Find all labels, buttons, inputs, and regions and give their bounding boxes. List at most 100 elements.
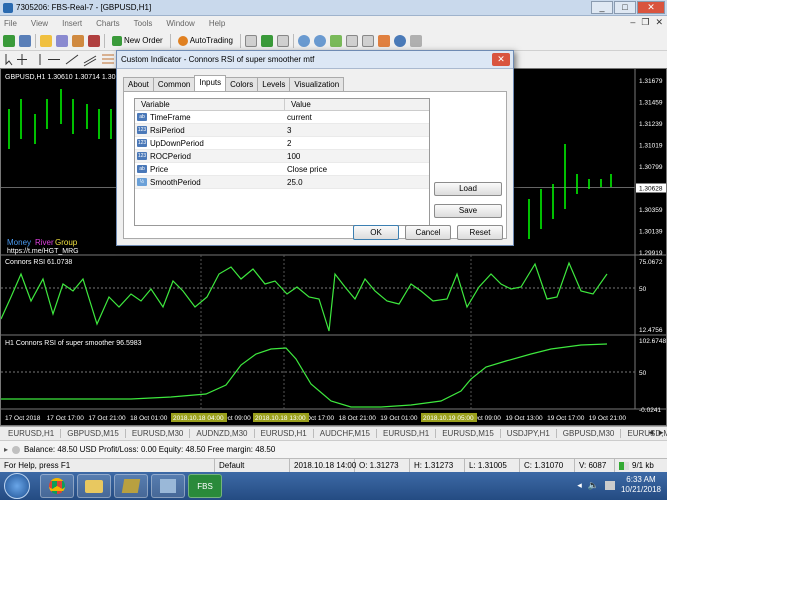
chart-tab[interactable]: GBPUSD,M30 [557,429,622,438]
mdi-restore-icon[interactable]: ❐ [641,17,649,28]
toolbar-separator [169,33,171,48]
parameters-table: Variable Value ab TimeFrame current 123 Rs… [134,98,430,226]
price-tick-label: 1.30799 [639,164,663,171]
profiles-icon[interactable] [19,34,31,47]
explorer-taskbar-icon[interactable] [77,474,111,498]
mt4-desktop: 7305206: FBS-Real-7 - [GBPUSD,H1] _ □ ✕ … [0,0,667,500]
status-volume: V: 6087 [575,458,615,473]
new-order-button[interactable]: New Order [109,35,166,46]
cursor-icon[interactable] [5,54,13,66]
autotrading-button[interactable]: AutoTrading [175,35,236,46]
close-button[interactable]: ✕ [637,1,665,14]
new-chart-icon[interactable] [3,34,15,47]
chart-tab[interactable]: AUDCHF,M15 [314,429,377,438]
menu-charts[interactable]: Charts [96,19,120,28]
window-taskbar-icon[interactable] [151,474,185,498]
param-value[interactable]: 3 [285,124,429,136]
chart-tab[interactable]: EURUSD,M15 [436,429,501,438]
terminal-icon[interactable] [72,34,84,47]
tray-clock[interactable]: 6:33 AM 10/21/2018 [621,475,661,495]
fibo-icon[interactable] [102,54,114,64]
load-button[interactable]: Load [434,182,502,196]
zoom-out-icon[interactable] [313,34,326,47]
dialog-close-button[interactable]: ✕ [492,53,510,66]
network-icon[interactable] [604,480,615,490]
time-tick-label: 18 Oct 21:00 [339,415,377,422]
dialog-title: Custom Indicator - Connors RSI of super … [117,51,513,69]
trendline-icon[interactable] [65,54,79,65]
clock-date: 10/21/2018 [620,485,661,494]
inputs-panel: Variable Value ab TimeFrame current 123 Rs… [123,91,507,239]
status-profile[interactable]: Default [215,458,290,473]
menu-file[interactable]: File [4,19,17,28]
time-tick-label: 17 Oct 17:00 [47,415,85,422]
chart-tab[interactable]: GBPUSD,M15 [61,429,126,438]
tile-windows-icon[interactable] [329,34,342,47]
cancel-button[interactable]: Cancel [405,225,451,240]
param-value[interactable]: current [285,111,429,123]
account-expand-icon[interactable]: ▸ [4,445,8,454]
navigator-icon[interactable] [56,34,68,47]
minimize-button[interactable]: _ [591,1,613,14]
candles-icon[interactable] [260,34,273,47]
crosshair-icon[interactable] [17,54,27,65]
chart-tab[interactable]: EURUSD,H1 [2,429,62,438]
tray-arrow-icon[interactable]: ◂ [577,480,582,491]
chart-tab[interactable]: EURUSD,H1 [377,429,437,438]
chart-tab[interactable]: USDJPY,H1 [501,429,557,438]
ok-button[interactable]: OK [353,225,399,240]
menu-insert[interactable]: Insert [62,19,82,28]
chart-shift-icon[interactable] [361,34,374,47]
param-row[interactable]: ab Price Close price [135,163,429,176]
param-value[interactable]: Close price [285,163,429,175]
price-tick-label: 1.30139 [639,229,663,236]
tab-scroll-arrows[interactable]: ◄ ► [647,428,665,437]
price-tick-label: 1.31459 [639,100,663,107]
market-watch-icon[interactable] [40,34,52,47]
current-price-label: 1.30628 [639,186,663,193]
enum-param-icon: ab [137,165,147,173]
mdi-minimize-icon[interactable]: – [630,17,635,28]
menu-tools[interactable]: Tools [134,19,153,28]
reset-button[interactable]: Reset [457,225,503,240]
chart-tab[interactable]: EURUSD,H1 [255,429,314,438]
connors-rsi-line [1,261,608,332]
line-chart-icon[interactable] [276,34,289,47]
indicators-icon[interactable] [377,34,390,47]
chart-tab[interactable]: EURUSD,M30 [126,429,191,438]
bar-chart-icon[interactable] [244,34,257,47]
indicator2-axis-label: 102.6748 [639,338,666,345]
periods-icon[interactable] [393,34,406,47]
param-name: ROCPeriod [150,151,191,161]
param-row[interactable]: ½ SmoothPeriod 25.0 [135,176,429,189]
zoom-in-icon[interactable] [297,34,310,47]
menu-window[interactable]: Window [166,19,194,28]
mdi-close-icon[interactable]: ✕ [655,17,663,28]
chart-tab[interactable]: AUDNZD,M30 [190,429,255,438]
status-bar: For Help, press F1 Default 2018.10.18 14… [0,458,667,473]
autoscroll-icon[interactable] [345,34,358,47]
save-button[interactable]: Save [434,204,502,218]
templates-icon[interactable] [409,34,422,47]
fbs-taskbar-button[interactable]: FBS [188,474,222,498]
maximize-button[interactable]: □ [614,1,636,14]
volume-icon[interactable]: 🔈 [588,480,599,491]
param-value[interactable]: 100 [285,150,429,162]
connection-speed: 9/1 kb [632,460,654,470]
channel-icon[interactable] [83,55,97,67]
start-button[interactable] [4,473,30,499]
chrome-taskbar-icon[interactable] [40,474,74,498]
menu-help[interactable]: Help [209,19,225,28]
int-param-icon: 123 [137,139,147,147]
tester-icon[interactable] [88,34,100,47]
param-row[interactable]: 123 UpDownPeriod 2 [135,137,429,150]
param-row[interactable]: ab TimeFrame current [135,111,429,124]
menu-view[interactable]: View [31,19,48,28]
param-value[interactable]: 25.0 [285,176,429,188]
param-row[interactable]: 123 ROCPeriod 100 [135,150,429,163]
param-value[interactable]: 2 [285,137,429,149]
tab-inputs[interactable]: Inputs [194,75,227,91]
toolbar-separator [292,33,294,48]
app-taskbar-icon[interactable] [114,474,148,498]
param-row[interactable]: 123 RsiPeriod 3 [135,124,429,137]
